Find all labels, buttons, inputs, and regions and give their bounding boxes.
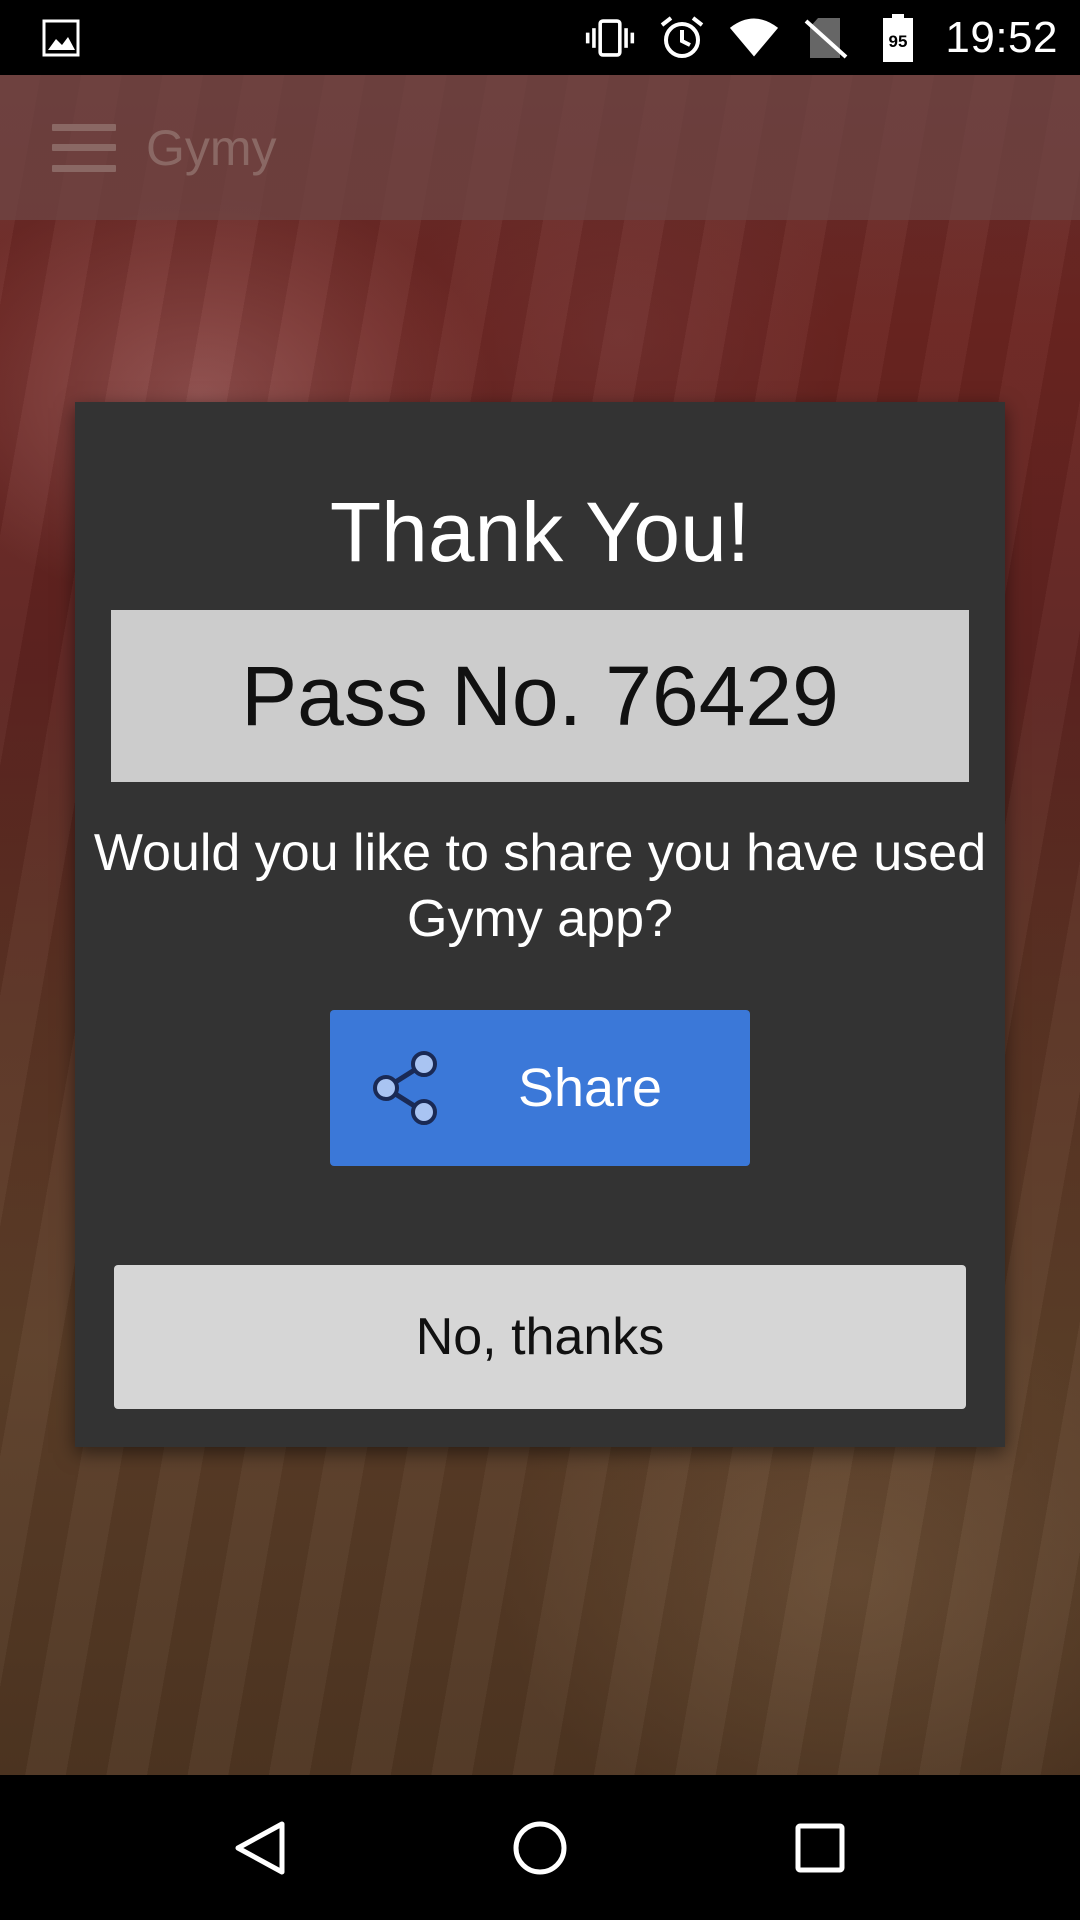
- app-bar: Gymy: [0, 75, 1080, 220]
- status-right: 95 19:52: [585, 13, 1058, 63]
- wifi-icon: [729, 13, 779, 63]
- pass-number: Pass No. 76429: [241, 648, 839, 743]
- share-question: Would you like to share you have used Gy…: [93, 824, 987, 948]
- vibrate-icon: [585, 13, 635, 63]
- navigation-bar: [0, 1775, 1080, 1920]
- no-sim-icon: [801, 13, 851, 63]
- status-left: [36, 13, 86, 63]
- no-thanks-button[interactable]: No, thanks: [114, 1265, 966, 1409]
- gallery-icon: [36, 13, 86, 63]
- battery-icon: 95: [873, 13, 923, 63]
- home-icon[interactable]: [495, 1803, 585, 1893]
- hamburger-menu-icon[interactable]: [52, 123, 116, 172]
- share-icon: [373, 1051, 437, 1125]
- status-time: 19:52: [945, 12, 1058, 62]
- app-title: Gymy: [146, 119, 277, 176]
- alarm-icon: [657, 13, 707, 63]
- thank-you-dialog: Thank You! Pass No. 76429 Would you like…: [75, 402, 1005, 1447]
- no-thanks-label: No, thanks: [415, 1308, 665, 1366]
- status-bar: 95 19:52: [0, 0, 1080, 75]
- share-button-label: Share: [517, 1058, 663, 1118]
- screen: 95 19:52 Gymy Thank You! Pass No. 76429 …: [0, 0, 1080, 1920]
- battery-level: 95: [889, 32, 908, 51]
- dialog-title: Thank You!: [329, 485, 751, 579]
- recents-icon[interactable]: [775, 1803, 865, 1893]
- share-button[interactable]: Share: [330, 1010, 750, 1166]
- pass-number-box: Pass No. 76429: [111, 610, 969, 782]
- back-icon[interactable]: [215, 1803, 305, 1893]
